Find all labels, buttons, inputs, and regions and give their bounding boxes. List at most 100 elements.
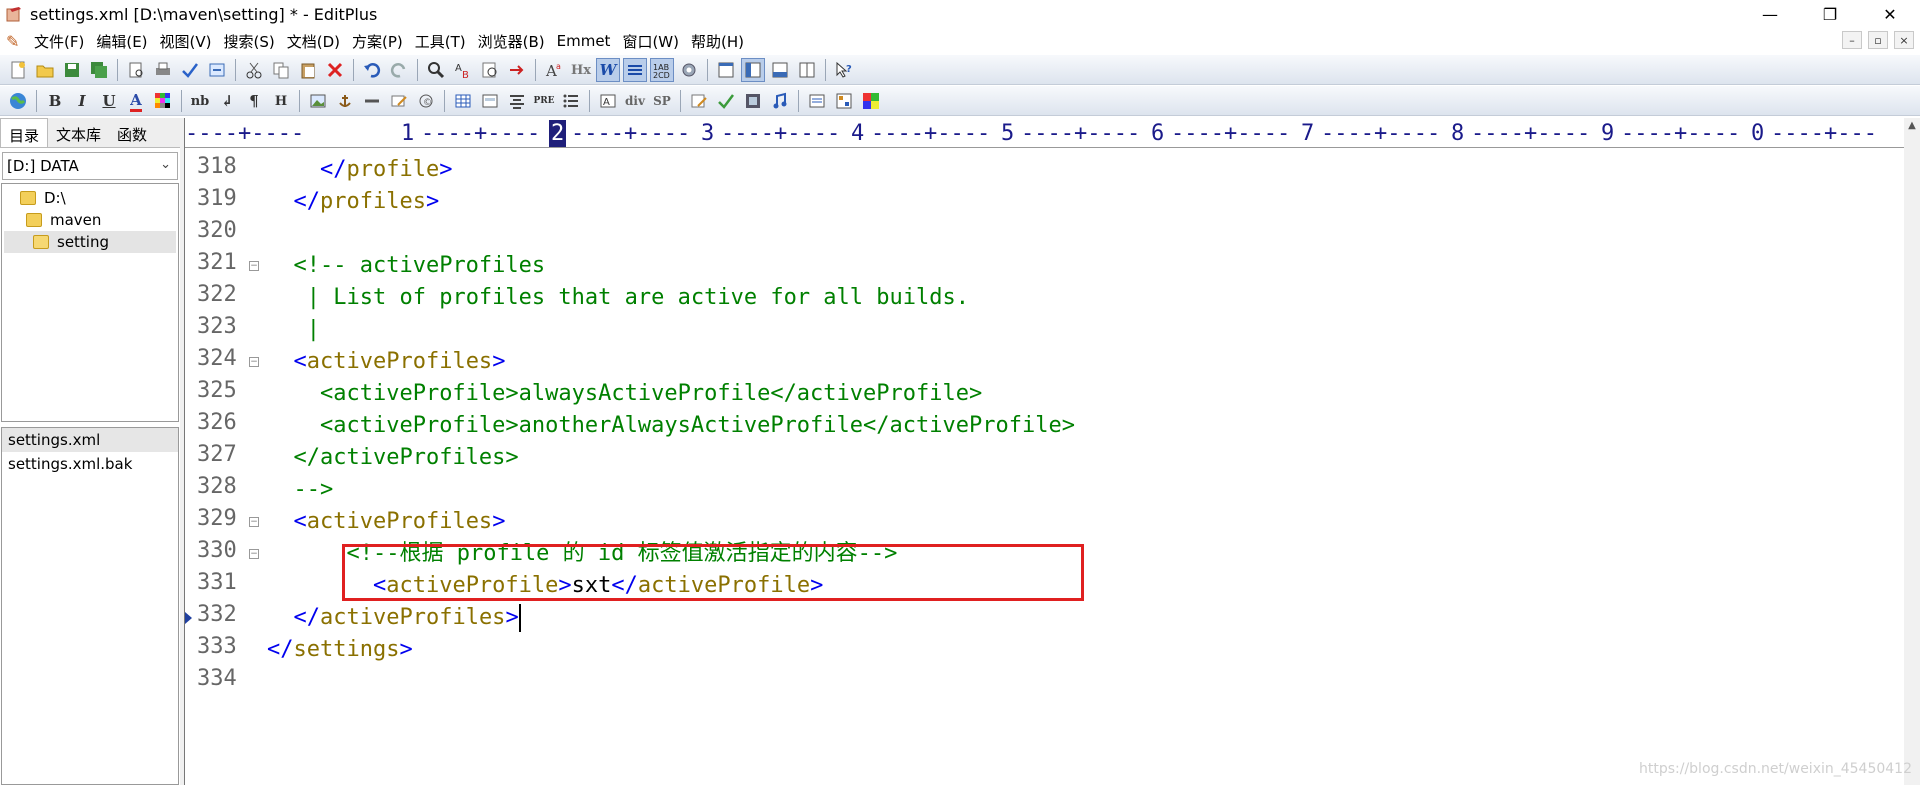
line-number-icon[interactable] (623, 58, 647, 82)
color-palette-icon[interactable] (151, 89, 175, 113)
new-file-icon[interactable] (6, 58, 30, 82)
browser-globe-icon[interactable] (6, 89, 30, 113)
mdi-restore-button[interactable]: ▫ (1868, 31, 1888, 49)
heading-button[interactable]: H (269, 89, 293, 113)
directory-window-icon[interactable] (741, 58, 765, 82)
delete-icon[interactable] (323, 58, 347, 82)
cut-icon[interactable] (242, 58, 266, 82)
mdi-close-button[interactable]: × (1894, 31, 1914, 49)
menu-view[interactable]: 视图(V) (154, 31, 218, 52)
text-box-icon[interactable]: A (596, 89, 620, 113)
drive-select[interactable]: [D:] DATA ⌄ (2, 152, 178, 180)
tab-directory[interactable]: 目录 (0, 118, 49, 147)
video-icon[interactable] (741, 89, 765, 113)
fold-toggle-icon[interactable]: − (249, 517, 259, 527)
scroll-up-arrow-icon[interactable]: ▲ (1904, 120, 1920, 131)
copy-icon[interactable] (269, 58, 293, 82)
audio-icon[interactable] (768, 89, 792, 113)
menu-edit[interactable]: 编辑(E) (90, 31, 153, 52)
fold-toggle-icon[interactable]: − (249, 549, 259, 559)
menu-tools[interactable]: 工具(T) (409, 31, 472, 52)
settings-gear-icon[interactable] (677, 58, 701, 82)
menu-search[interactable]: 搜索(S) (218, 31, 281, 52)
menu-window[interactable]: 窗口(W) (616, 31, 685, 52)
hex-view-icon[interactable]: Hx (569, 58, 593, 82)
italic-button[interactable]: I (70, 89, 94, 113)
menu-file[interactable]: 文件(F) (28, 31, 90, 52)
find-in-files-icon[interactable] (478, 58, 502, 82)
font-color-button[interactable]: A (124, 89, 148, 113)
nbsp-button[interactable]: nb (188, 89, 212, 113)
print-icon[interactable] (151, 58, 175, 82)
vertical-scrollbar[interactable]: ▲ (1904, 118, 1920, 785)
output-window-icon[interactable] (768, 58, 792, 82)
code-line: <activeProfiles> (267, 346, 506, 378)
div-button[interactable]: div (623, 89, 647, 113)
paragraph-button[interactable]: ¶ (242, 89, 266, 113)
redo-icon[interactable] (387, 58, 411, 82)
save-icon[interactable] (60, 58, 84, 82)
menu-document[interactable]: 文档(D) (281, 31, 346, 52)
italic-label: I (78, 92, 86, 110)
print-preview-icon[interactable] (124, 58, 148, 82)
fold-toggle-icon[interactable]: − (249, 261, 259, 271)
preview-icon[interactable] (805, 89, 829, 113)
editor-area[interactable]: ----+---- 1 ----+---- 2 ----+---- 3 ----… (184, 118, 1905, 785)
tree-item-setting[interactable]: setting (4, 231, 176, 253)
form-icon[interactable] (478, 89, 502, 113)
ruler-icon[interactable]: 1AB 2CD (650, 58, 674, 82)
list-icon[interactable] (559, 89, 583, 113)
color-picker-icon[interactable] (859, 89, 883, 113)
menu-project[interactable]: 方案(P) (346, 31, 409, 52)
bold-button[interactable]: B (43, 89, 67, 113)
file-item-settings-xml-bak[interactable]: settings.xml.bak (2, 452, 178, 476)
fold-toggle-icon[interactable]: − (249, 357, 259, 367)
tab-cliptext[interactable]: 文本库 (48, 118, 109, 147)
find-icon[interactable] (424, 58, 448, 82)
save-all-icon[interactable] (87, 58, 111, 82)
tile-window-icon[interactable] (795, 58, 819, 82)
menu-browser[interactable]: 浏览器(B) (472, 31, 551, 52)
tree-item-maven[interactable]: maven (26, 209, 101, 231)
paste-icon[interactable] (296, 58, 320, 82)
toolbar-customize-icon[interactable] (832, 89, 856, 113)
tree-item-drive[interactable]: D:\ (20, 187, 66, 209)
line-number: 324 (197, 346, 237, 371)
spellcheck-icon[interactable] (178, 58, 202, 82)
ftp-icon[interactable] (205, 58, 229, 82)
menu-emmet[interactable]: Emmet (551, 32, 617, 50)
table-icon[interactable] (451, 89, 475, 113)
font-size-icon[interactable]: Aa (542, 58, 566, 82)
line-break-button[interactable]: ↲ (215, 89, 239, 113)
edit-form-icon[interactable] (387, 89, 411, 113)
validate-icon[interactable] (714, 89, 738, 113)
horizontal-rule-icon[interactable] (360, 89, 384, 113)
word-wrap-icon[interactable]: W (596, 58, 620, 82)
special-char-icon[interactable]: © (414, 89, 438, 113)
file-item-settings-xml[interactable]: settings.xml (2, 428, 178, 452)
goto-line-icon[interactable] (505, 58, 529, 82)
image-icon[interactable] (306, 89, 330, 113)
ruler-number: 8 (1451, 121, 1465, 146)
span-button[interactable]: SP (650, 89, 674, 113)
replace-icon[interactable]: AB (451, 58, 475, 82)
restore-button[interactable]: ❐ (1800, 0, 1860, 28)
close-button[interactable]: ✕ (1860, 0, 1920, 28)
help-icon[interactable]: ? (832, 58, 856, 82)
anchor-icon[interactable] (333, 89, 357, 113)
code-text[interactable]: </profile> </profiles> <!-- activeProfil… (267, 150, 1887, 785)
menu-help[interactable]: 帮助(H) (685, 31, 750, 52)
undo-icon[interactable] (360, 58, 384, 82)
minimize-button[interactable]: — (1740, 0, 1800, 28)
underline-button[interactable]: U (97, 89, 121, 113)
tab-functions[interactable]: 函数 (109, 118, 155, 147)
pre-button[interactable]: PRE (532, 89, 556, 113)
open-folder-icon[interactable] (33, 58, 57, 82)
window-layout-icon[interactable] (714, 58, 738, 82)
mdi-minimize-button[interactable]: – (1842, 31, 1862, 49)
css-edit-icon[interactable] (687, 89, 711, 113)
align-center-icon[interactable] (505, 89, 529, 113)
span-label: SP (653, 94, 671, 108)
